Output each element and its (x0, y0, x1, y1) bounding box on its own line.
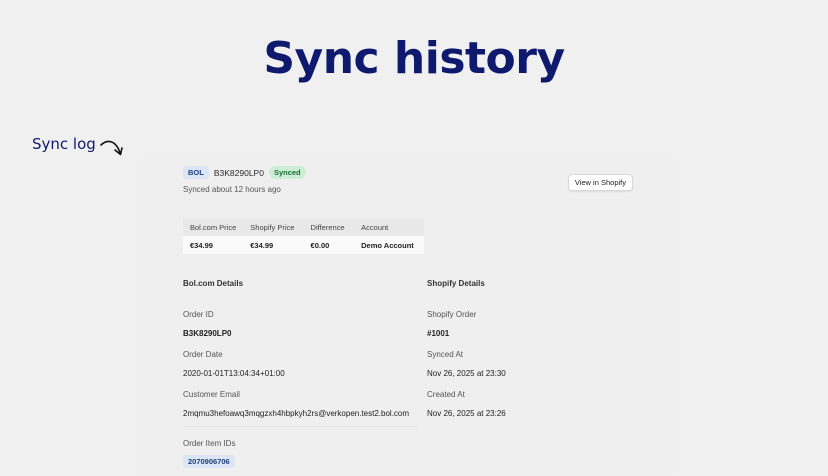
order-item-id-chip: 2070906706 (183, 455, 235, 468)
order-id-label: Order ID (183, 310, 214, 319)
created-at-value: Nov 26, 2025 at 23:26 (427, 409, 506, 418)
page-hero-title: Sync history (263, 33, 565, 84)
bol-price-cell: €34.99 (183, 236, 244, 254)
price-comparison-table: Bol.com Price Shopify Price Difference A… (183, 218, 425, 254)
column-header: Difference (303, 218, 355, 236)
column-header: Bol.com Price (183, 218, 244, 236)
source-badge: BOL (183, 166, 209, 179)
bol-details-title: Bol.com Details (183, 279, 244, 288)
difference-cell: €0.00 (303, 236, 355, 254)
sync-log-annotation: Sync log (32, 135, 96, 153)
customer-email-value: 2mqmu3hefoawq3mqgzxh4hbpkyh2rs@verkopen.… (183, 409, 410, 418)
order-id-value: B3K8290LP0 (183, 329, 232, 338)
synced-ago-text: Synced about 12 hours ago (183, 185, 281, 194)
shopify-price-cell: €34.99 (243, 236, 304, 254)
order-item-ids-label: Order Item IDs (183, 439, 236, 448)
shopify-details-title: Shopify Details (427, 279, 485, 288)
divider (183, 426, 418, 427)
synced-at-label: Synced At (427, 350, 464, 359)
table-header-row: Bol.com Price Shopify Price Difference A… (183, 218, 425, 236)
order-code: B3K8290LP0 (213, 167, 264, 178)
created-at-label: Created At (427, 390, 465, 399)
shopify-order-value: #1001 (427, 329, 450, 338)
view-in-shopify-button[interactable]: View in Shopify (567, 174, 633, 191)
curved-arrow-icon (100, 140, 123, 156)
record-header: BOL B3K8290LP0 Synced (183, 166, 306, 179)
status-badge: Synced (268, 166, 306, 179)
shopify-order-label: Shopify Order (427, 310, 477, 319)
order-date-label: Order Date (183, 350, 223, 359)
table-row: €34.99 €34.99 €0.00 Demo Account (183, 236, 425, 254)
account-cell: Demo Account (354, 236, 425, 254)
column-header: Shopify Price (243, 218, 304, 236)
sync-record-card: BOL B3K8290LP0 Synced Synced about 12 ho… (139, 156, 675, 476)
synced-at-value: Nov 26, 2025 at 23:30 (427, 369, 506, 378)
customer-email-label: Customer Email (183, 390, 240, 399)
column-header: Account (354, 218, 425, 236)
order-date-value: 2020-01-01T13:04:34+01:00 (183, 369, 285, 378)
